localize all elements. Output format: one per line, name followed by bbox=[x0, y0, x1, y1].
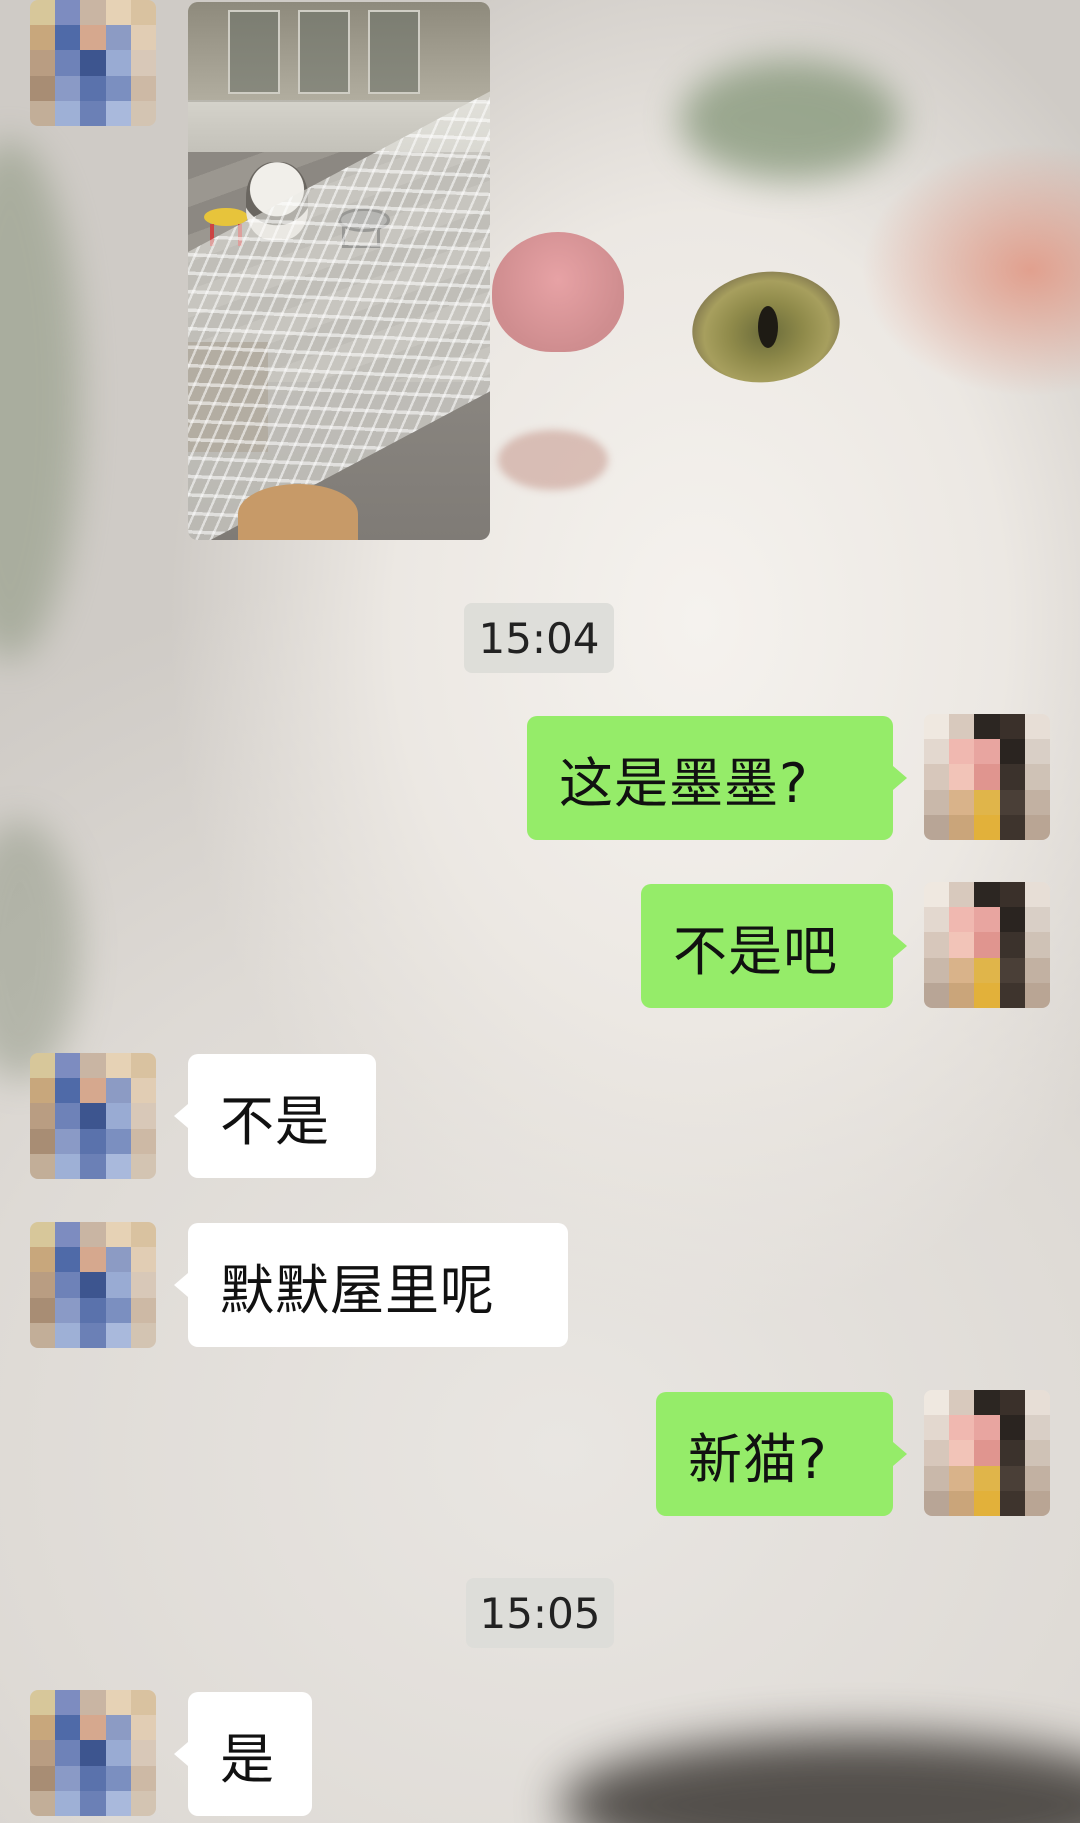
message-bubble-incoming[interactable]: 不是 bbox=[174, 1054, 376, 1178]
contact-avatar[interactable] bbox=[30, 1053, 156, 1179]
message-bubble-outgoing[interactable]: 不是吧 bbox=[641, 884, 907, 1008]
message-text: 这是墨墨? bbox=[559, 751, 809, 815]
shared-photo[interactable] bbox=[188, 2, 490, 540]
contact-avatar[interactable] bbox=[30, 0, 156, 126]
message-text: 不是 bbox=[220, 1089, 330, 1153]
self-avatar[interactable] bbox=[924, 714, 1050, 840]
message-bubble-incoming[interactable]: 是 bbox=[174, 1692, 312, 1816]
message-text: 不是吧 bbox=[673, 919, 838, 983]
message-bubble-incoming[interactable]: 默默屋里呢 bbox=[174, 1223, 568, 1347]
contact-avatar[interactable] bbox=[30, 1222, 156, 1348]
message-bubble-outgoing[interactable]: 这是墨墨? bbox=[527, 716, 907, 840]
timestamp: 15:05 bbox=[466, 1578, 614, 1648]
message-text: 新猫? bbox=[688, 1427, 828, 1491]
message-bubble-outgoing[interactable]: 新猫? bbox=[656, 1392, 907, 1516]
contact-avatar[interactable] bbox=[30, 1690, 156, 1816]
message-text: 是 bbox=[220, 1727, 275, 1791]
self-avatar[interactable] bbox=[924, 882, 1050, 1008]
timestamp: 15:04 bbox=[464, 603, 614, 673]
self-avatar[interactable] bbox=[924, 1390, 1050, 1516]
message-text: 默默屋里呢 bbox=[220, 1258, 495, 1322]
chat-wallpaper bbox=[0, 0, 1080, 1823]
